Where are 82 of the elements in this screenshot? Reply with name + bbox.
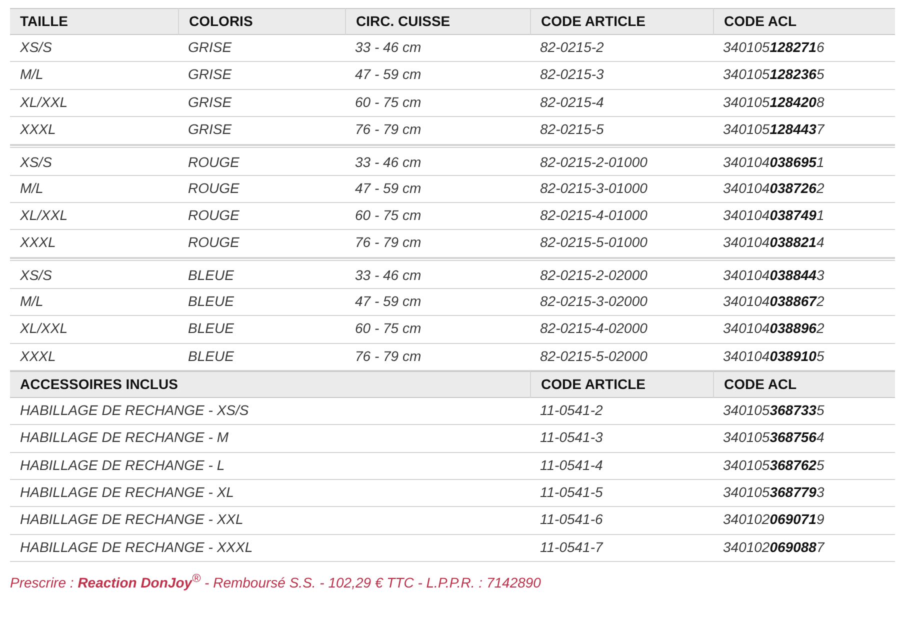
table-cell: 82-0215-2 xyxy=(530,35,713,62)
table-cell: 60 - 75 cm xyxy=(345,90,530,118)
table-cell: 76 - 79 cm xyxy=(345,117,530,145)
table-cell: 3401040388214 xyxy=(713,230,895,258)
table-cell: ROUGE xyxy=(178,202,345,230)
table-cell: XXXL xyxy=(10,230,178,258)
table-cell: GRISE xyxy=(178,35,345,62)
table-cell: M/L xyxy=(10,62,178,90)
table-cell: BLEUE xyxy=(178,258,345,289)
table-cell: 3401053687793 xyxy=(713,480,895,508)
table-cell: 60 - 75 cm xyxy=(345,202,530,230)
table-cell: 3401040388672 xyxy=(713,288,895,316)
table-cell: 3401040387491 xyxy=(713,202,895,230)
table-cell: M/L xyxy=(10,176,178,203)
table-cell: XS/S xyxy=(10,35,178,62)
reimbursement-note: Prescrire : Reaction DonJoy$^{®}$ - Remboursé S.S. - 102,29 € TTC - L.P.P.R. : 7142890 xyxy=(10,572,542,591)
table-cell: 82-0215-4 xyxy=(530,90,713,118)
column-header: CODE ACL xyxy=(713,370,895,398)
column-header: CODE ARTICLE xyxy=(530,8,713,35)
table-cell: 47 - 59 cm xyxy=(345,62,530,90)
table-cell: 3401040387262 xyxy=(713,176,895,203)
table-cell: 3401053687564 xyxy=(713,425,895,453)
table-cell: 33 - 46 cm xyxy=(345,258,530,289)
table-cell: 3401020690887 xyxy=(713,534,895,562)
table-cell: 11-0541-6 xyxy=(530,507,713,535)
table-cell: BLEUE xyxy=(178,288,345,316)
table-cell: 60 - 75 cm xyxy=(345,316,530,344)
table-cell: 82-0215-5-01000 xyxy=(530,230,713,258)
table-cell: 82-0215-2-01000 xyxy=(530,144,713,176)
table-cell: 3401053687625 xyxy=(713,452,895,480)
table-cell: 33 - 46 cm xyxy=(345,144,530,176)
table-cell: 82-0215-3-01000 xyxy=(530,176,713,203)
table-cell: 82-0215-4-02000 xyxy=(530,316,713,344)
table-cell: XL/XXL xyxy=(10,90,178,118)
table-cell: XL/XXL xyxy=(10,316,178,344)
table-cell: GRISE xyxy=(178,90,345,118)
table-cell: ROUGE xyxy=(178,230,345,258)
table-cell: XXXL xyxy=(10,117,178,145)
table-cell: 47 - 59 cm xyxy=(345,176,530,203)
table-cell: 82-0215-3-02000 xyxy=(530,288,713,316)
table-cell: 47 - 59 cm xyxy=(345,288,530,316)
column-header: CODE ACL xyxy=(713,8,895,35)
column-header: COLORIS xyxy=(178,8,345,35)
column-header: CODE ARTICLE xyxy=(530,370,713,398)
column-header: TAILLE xyxy=(10,8,178,35)
table-cell: HABILLAGE DE RECHANGE - XL xyxy=(10,480,530,508)
table-cell: 3401040386951 xyxy=(713,144,895,176)
table-cell: 3401051284208 xyxy=(713,90,895,118)
table-cell: M/L xyxy=(10,288,178,316)
column-header: ACCESSOIRES INCLUS xyxy=(10,370,530,398)
column-header: CIRC. CUISSE xyxy=(345,8,530,35)
table-cell: HABILLAGE DE RECHANGE - XXXL xyxy=(10,534,530,562)
table-cell: 82-0215-5 xyxy=(530,117,713,145)
table-cell: 3401053687335 xyxy=(713,398,895,426)
table-cell: 11-0541-4 xyxy=(530,452,713,480)
table-cell: GRISE xyxy=(178,62,345,90)
table-cell: 3401051282365 xyxy=(713,62,895,90)
table-cell: 11-0541-5 xyxy=(530,480,713,508)
table-cell: HABILLAGE DE RECHANGE - L xyxy=(10,452,530,480)
table-cell: 3401040388962 xyxy=(713,316,895,344)
table-cell: 76 - 79 cm xyxy=(345,230,530,258)
table-cell: ROUGE xyxy=(178,176,345,203)
table-cell: XL/XXL xyxy=(10,202,178,230)
table-cell: 33 - 46 cm xyxy=(345,35,530,62)
table-cell: XS/S xyxy=(10,144,178,176)
table-cell: 11-0541-2 xyxy=(530,398,713,426)
table-cell: 82-0215-2-02000 xyxy=(530,258,713,289)
table-cell: 3401040388443 xyxy=(713,258,895,289)
table-cell: 3401051282716 xyxy=(713,35,895,62)
table-cell: HABILLAGE DE RECHANGE - XXL xyxy=(10,507,530,535)
table-cell: GRISE xyxy=(178,117,345,145)
table-cell: 82-0215-4-01000 xyxy=(530,202,713,230)
table-cell: 3401051284437 xyxy=(713,117,895,145)
table-cell: 3401020690719 xyxy=(713,507,895,535)
table-cell: BLEUE xyxy=(178,316,345,344)
table-cell: HABILLAGE DE RECHANGE - M xyxy=(10,425,530,453)
table-cell: XS/S xyxy=(10,258,178,289)
table-cell: 11-0541-7 xyxy=(530,534,713,562)
table-cell: 11-0541-3 xyxy=(530,425,713,453)
table-cell: ROUGE xyxy=(178,144,345,176)
table-cell: 82-0215-3 xyxy=(530,62,713,90)
table-cell: HABILLAGE DE RECHANGE - XS/S xyxy=(10,398,530,426)
